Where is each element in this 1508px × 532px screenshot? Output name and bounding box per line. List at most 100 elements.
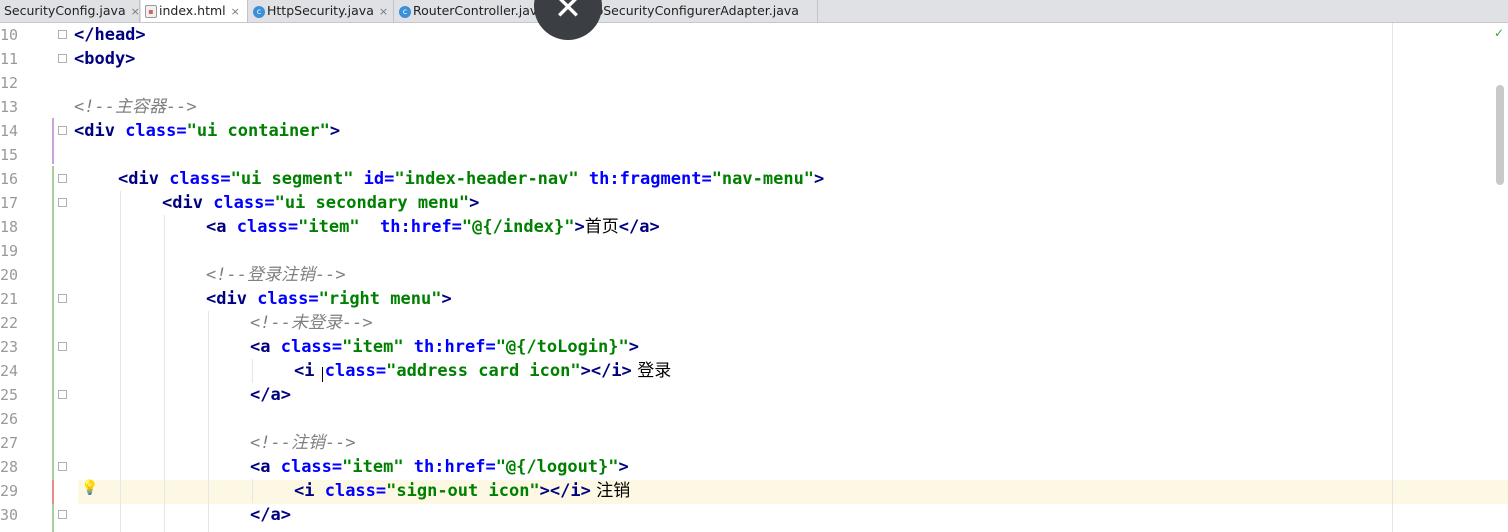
code-attr: th:href= [359,217,462,237]
code-token: <a [250,457,281,477]
fold-marker-icon[interactable] [58,294,67,303]
code-value: "address card icon" [386,361,581,381]
code-attr: class= [236,217,299,237]
tab-label: RouterController.java [413,3,545,18]
fold-marker-icon[interactable] [58,126,67,135]
code-line-14: <div class="ui container"> [74,119,340,143]
code-attr: th:fragment= [578,169,712,189]
tab-index-html[interactable]: ▪ index.html × [141,0,248,22]
code-line-25: </a> [250,383,291,407]
code-line-24: <i class="address card icon"></i> 登录 [294,359,671,383]
code-attr: th:href= [403,337,496,357]
code-line-30: </a> [250,503,291,527]
code-token: <i [294,361,325,381]
code-token: > [628,337,639,357]
code-text: 登录 [631,361,672,381]
code-value: "ui secondary menu" [274,193,470,213]
indent-guide [252,359,253,383]
line-number: 19 [0,242,19,260]
code-attr: class= [324,361,387,381]
change-marker [52,480,54,504]
line-number: 21 [0,290,19,308]
line-number: 13 [0,98,19,116]
code-token: > [814,169,825,189]
code-text: 注销 [590,481,631,501]
code-value: "nav-menu" [711,169,815,189]
code-value: "@{/toLogin}" [495,337,629,357]
fold-marker-icon[interactable] [58,510,67,519]
tab-label: SecurityConfig.java [4,3,126,18]
fold-marker-icon[interactable] [58,198,67,207]
line-number: 10 [0,26,19,44]
close-icon[interactable]: × [379,5,388,18]
fold-marker-icon[interactable] [58,462,67,471]
code-line-20: <!--登录注销--> [206,263,346,287]
code-token: > [574,217,585,237]
indent-guide [120,191,121,532]
line-number: 11 [0,50,19,68]
code-value: "ui container" [186,121,330,141]
code-value: "sign-out icon" [386,481,540,501]
overlay-close-button[interactable]: ✕ [534,0,602,40]
code-line-28: <a class="item" th:href="@{/logout}"> [250,455,629,479]
code-value: "item" [298,217,360,237]
check-icon[interactable]: ✓ [1494,26,1504,40]
code-value: "right menu" [318,289,442,309]
java-class-icon: c [253,5,265,18]
tab-http-security[interactable]: c HttpSecurity.java × [249,0,394,22]
line-number: 18 [0,218,19,236]
fold-marker-icon[interactable] [58,30,67,39]
line-number: 23 [0,338,19,356]
code-line-27: <!--注销--> [250,431,356,455]
html-file-icon: ▪ [145,5,157,18]
code-token: <a [250,337,281,357]
code-token: <div [74,121,126,141]
code-line-17: <div class="ui secondary menu"> [162,191,479,215]
code-line-13: <!--主容器--> [74,95,197,119]
code-attr: class= [280,457,343,477]
code-attr: class= [169,169,231,189]
tab-label: HttpSecurity.java [267,3,374,18]
code-line-29: <i class="sign-out icon"></i> 注销 [294,479,630,503]
line-number: 12 [0,74,19,92]
code-text: 首页 [584,217,619,237]
text-cursor [322,367,323,382]
code-token: <div [162,193,214,213]
vertical-scrollbar[interactable] [1496,85,1504,185]
code-value: "index-header-nav" [394,169,579,189]
code-attr: class= [257,289,319,309]
code-attr: class= [280,337,343,357]
code-editor[interactable]: </head> <body> <!--主容器--> <div class="ui… [74,23,824,525]
code-line-21: <div class="right menu"> [206,287,452,311]
close-icon[interactable]: × [131,5,140,18]
close-icon[interactable]: × [231,5,240,18]
fold-marker-icon[interactable] [58,54,67,63]
fold-marker-icon[interactable] [58,174,67,183]
code-token: </a> [250,505,291,525]
line-number: 30 [0,506,19,524]
line-number: 16 [0,170,19,188]
code-token: > [441,289,452,309]
code-line-16: <div class="ui segment" id="index-header… [118,167,824,191]
code-token: </a> [618,217,660,237]
fold-marker-icon[interactable] [58,342,67,351]
indent-guide [208,311,209,532]
line-number: 27 [0,434,19,452]
fold-marker-icon[interactable] [58,390,67,399]
code-attr: id= [353,169,395,189]
code-token: <a [206,217,237,237]
indent-guide [252,479,253,503]
code-line-18: <a class="item" th:href="@{/index}">首页</… [206,215,660,239]
code-token: <body> [74,49,136,69]
code-value: "@{/index}" [461,217,575,237]
code-attr: th:href= [403,457,496,477]
code-token: <i [294,481,325,501]
code-value: "@{/logout}" [495,457,619,477]
code-token: > [469,193,480,213]
tab-security-config[interactable]: SecurityConfig.java × [0,0,140,22]
tab-label: WebSecurityConfigurerAdapter.java [576,3,799,18]
lightbulb-icon[interactable]: 💡 [81,480,98,496]
indent-guide [164,215,165,532]
code-token: <div [118,169,170,189]
tab-web-security-configurer-adapter[interactable]: WebSecurityConfigurerAdapter.java [572,0,818,22]
